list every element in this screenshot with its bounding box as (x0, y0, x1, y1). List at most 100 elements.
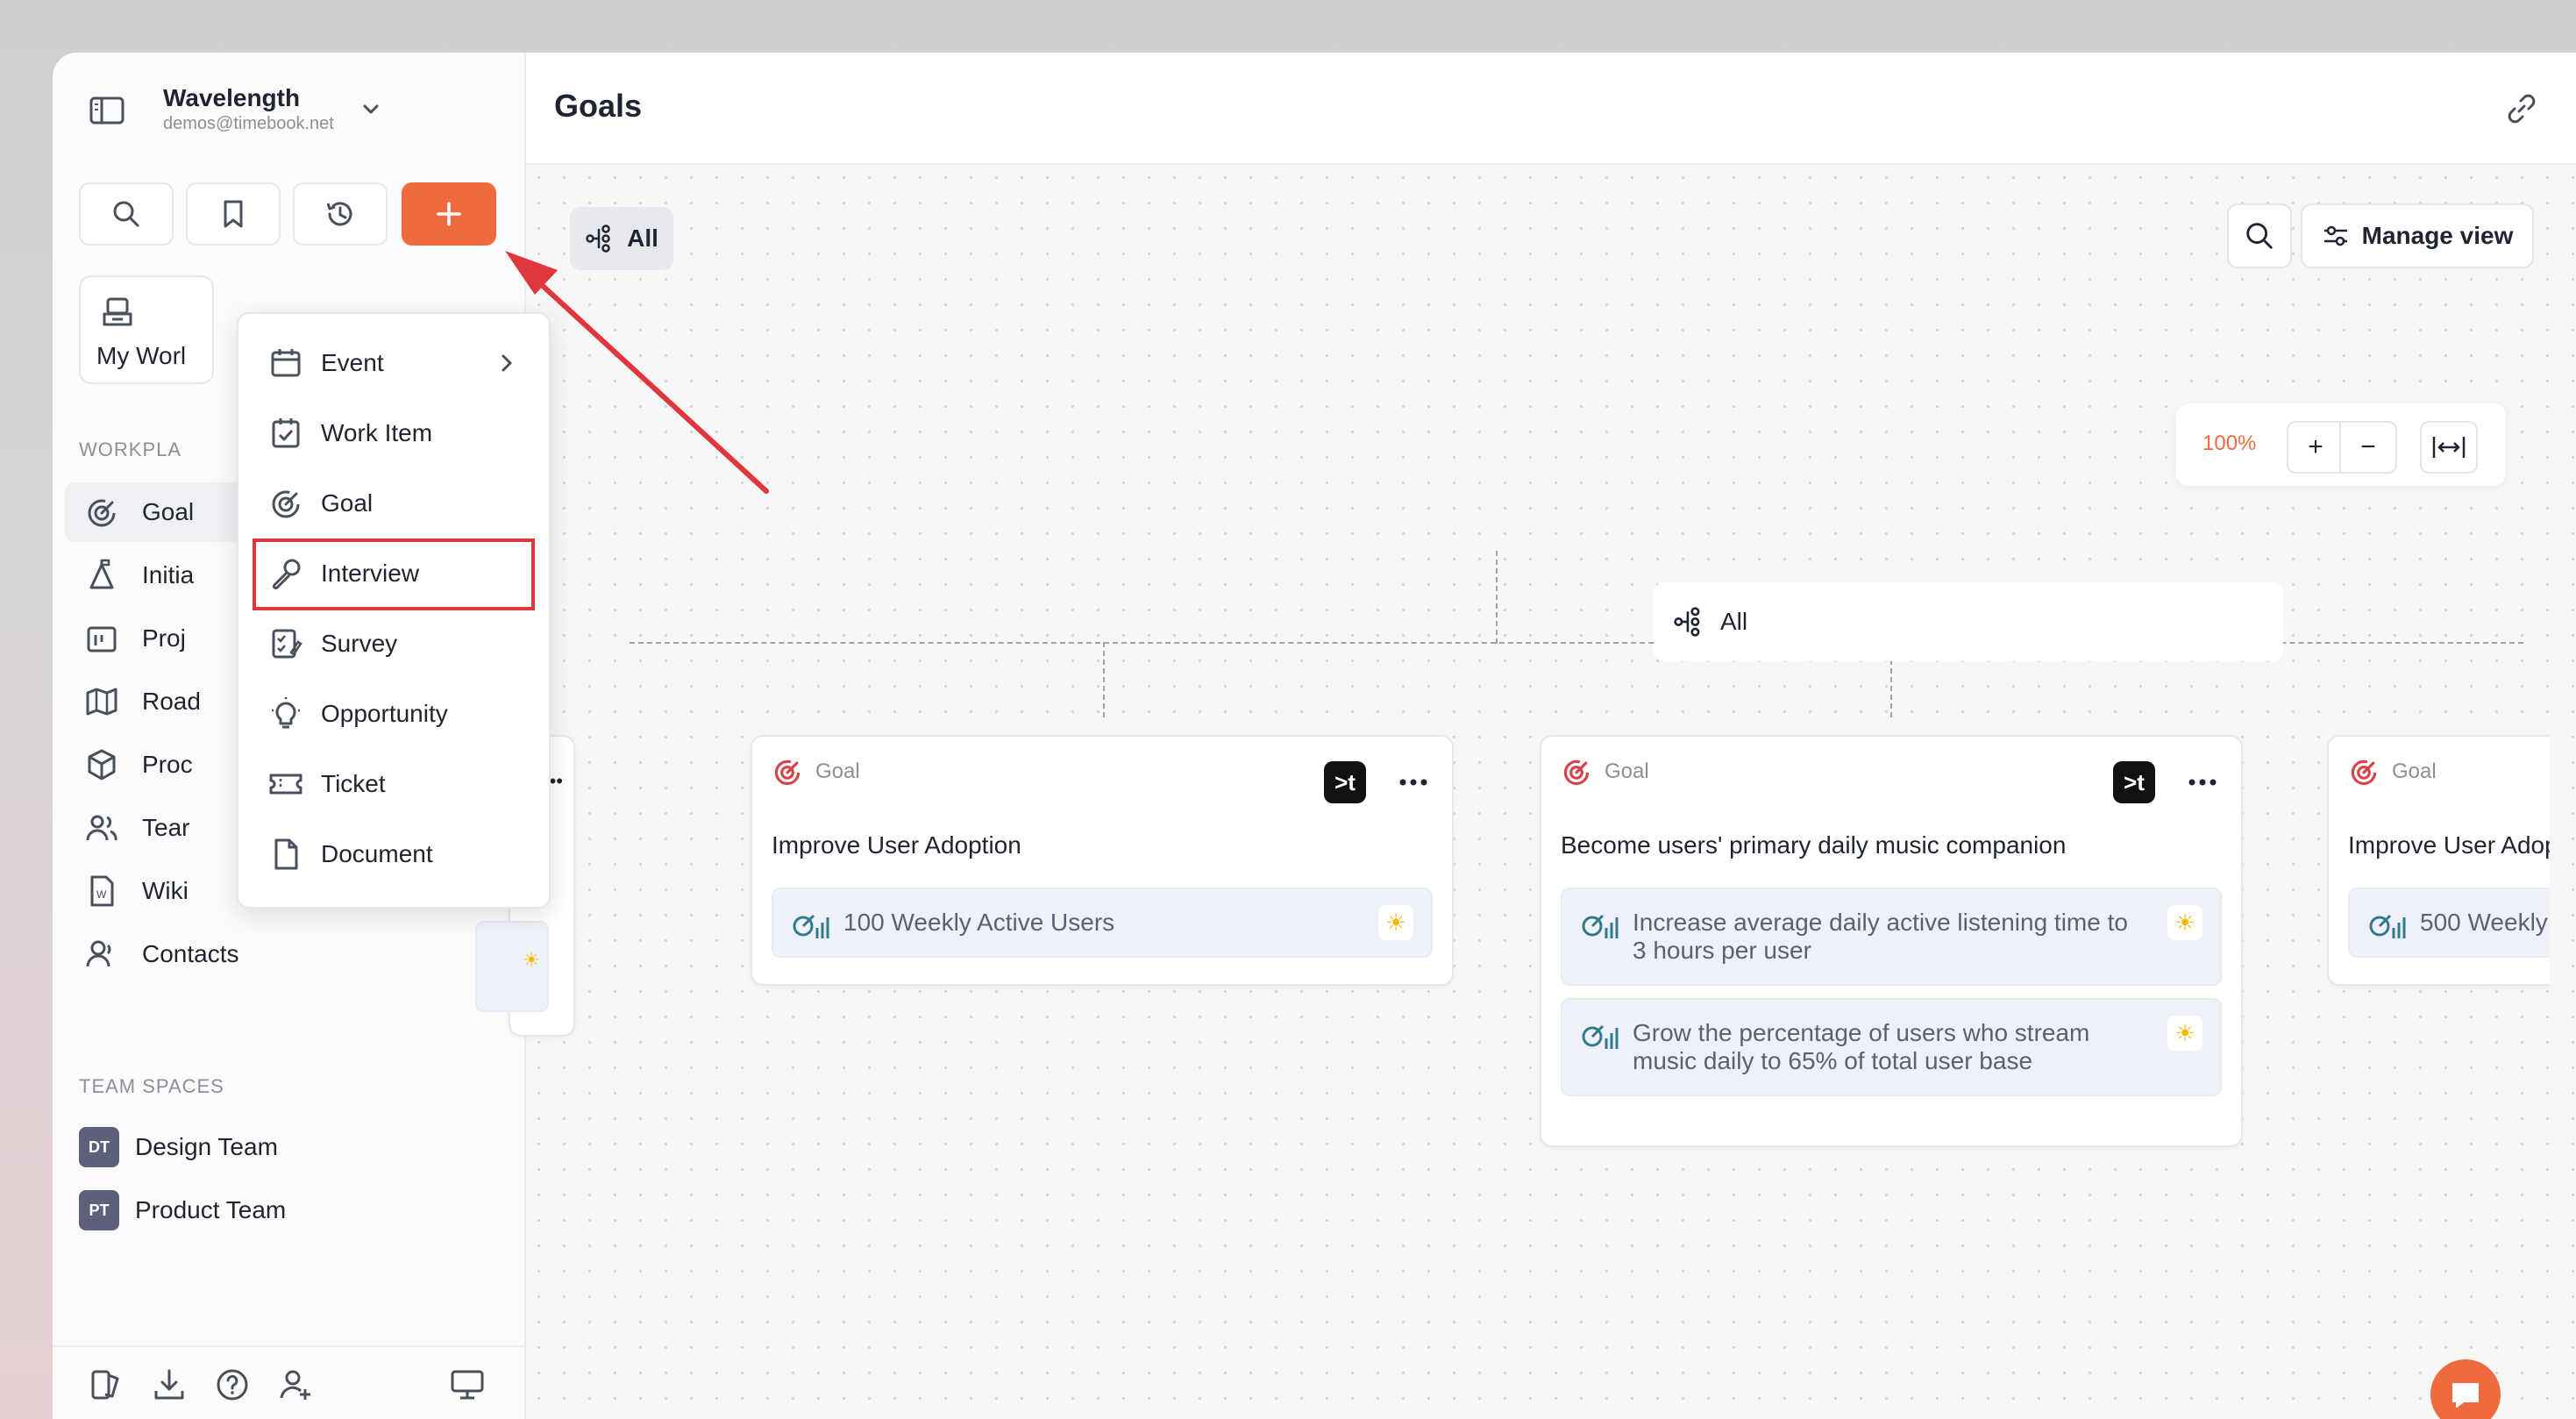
chat-button[interactable] (2430, 1359, 2501, 1419)
key-result[interactable]: 500 Weekly Ac (2348, 888, 2550, 958)
root-node-all[interactable]: All (1654, 582, 2283, 661)
filter-chip-label: All (627, 225, 658, 252)
card-type: Goal (772, 756, 860, 788)
key-result-text: Grow the percentage of users who stream … (1633, 1019, 2090, 1074)
link-icon[interactable] (2504, 91, 2539, 126)
card-title: Improve User Adopti (2348, 831, 2550, 859)
chat-icon (2452, 1383, 2479, 1408)
menu-item-ticket[interactable]: Ticket (254, 754, 533, 814)
card-type-label: Goal (815, 759, 860, 783)
sun-icon: ☀ (523, 949, 540, 971)
menu-item-event[interactable]: Event (254, 333, 533, 393)
key-result-text: 100 Weekly Active Users (843, 909, 1115, 936)
invite-user-icon[interactable] (277, 1366, 314, 1403)
key-result[interactable]: 100 Weekly Active Users ☀ (772, 888, 1433, 958)
key-result-text: Increase average daily active listening … (1633, 909, 2128, 964)
more-options-icon[interactable]: •• (550, 770, 563, 793)
goal-card[interactable]: Goal Improve User Adopti 500 Weekly Ac (2327, 735, 2550, 986)
goal-icon (1563, 759, 1590, 786)
sidebar-item-label: Goal (142, 498, 195, 525)
fit-view-button[interactable] (2420, 421, 2478, 474)
card-type-label: Goal (2392, 759, 2437, 783)
desktop-settings-icon[interactable] (449, 1366, 486, 1403)
sidebar-item-label: Product Team (135, 1196, 287, 1223)
sliders-icon (2323, 225, 2347, 246)
root-node-label: All (1720, 608, 1748, 635)
filter-chip-all[interactable]: All (570, 207, 673, 270)
key-result-icon (1582, 914, 1619, 938)
key-result-icon (793, 914, 829, 938)
goal-icon (2351, 759, 2377, 786)
more-options-icon[interactable] (1396, 774, 1431, 791)
my-work-label: My Worl (96, 342, 187, 369)
menu-item-work-item[interactable]: Work Item (254, 403, 533, 463)
team-badge: PT (79, 1190, 119, 1230)
menu-item-survey[interactable]: Survey (254, 614, 533, 674)
key-result[interactable]: Increase average daily active listening … (1561, 888, 2222, 986)
search-icon (113, 201, 139, 227)
key-result-text: 500 Weekly Ac (2420, 909, 2550, 936)
interview-highlight-box (253, 538, 535, 610)
fit-width-icon (2432, 437, 2466, 458)
help-icon[interactable] (214, 1366, 251, 1403)
menu-item-label: Ticket (321, 770, 386, 797)
bookmark-button[interactable] (186, 182, 281, 246)
goal-card[interactable]: Goal >t Improve User Adoption 100 Weekly… (751, 735, 1454, 986)
sidebar-item-label: Design Team (135, 1133, 278, 1160)
sidebar-toggle-icon[interactable] (88, 93, 126, 128)
calendar-icon (271, 349, 301, 377)
sun-icon: ☀ (2167, 1016, 2202, 1051)
menu-item-document[interactable]: Document (254, 824, 533, 884)
key-result-partial: ☀ (475, 921, 549, 1012)
chevron-right-icon (502, 354, 512, 372)
create-menu: Event Work Item Goal Interview Survey Op… (237, 312, 551, 909)
sidebar-footer (53, 1345, 524, 1419)
team-icon (86, 815, 117, 841)
sidebar-item-label: Wiki (142, 877, 189, 904)
project-icon (87, 626, 117, 652)
ticket-icon (269, 774, 302, 795)
key-result[interactable]: Grow the percentage of users who stream … (1561, 998, 2222, 1096)
owner-avatar[interactable]: >t (1324, 761, 1366, 803)
owner-avatar[interactable]: >t (2113, 761, 2155, 803)
goals-canvas[interactable]: All Manage view 100% + − All •• ☀ Goal >… (475, 165, 2576, 1419)
my-work-card[interactable]: My Worl (79, 275, 214, 384)
zoom-out-button[interactable]: − (2339, 421, 2397, 474)
add-button[interactable] (402, 182, 496, 246)
tree-connector (1103, 642, 1105, 717)
manage-view-button[interactable]: Manage view (2301, 203, 2534, 268)
search-icon (2246, 223, 2273, 249)
menu-item-label: Event (321, 349, 384, 376)
sun-icon: ☀ (2167, 905, 2202, 940)
goal-card[interactable]: Goal >t Become users' primary daily musi… (1540, 735, 2243, 1147)
menu-item-label: Survey (321, 630, 398, 657)
document-icon (274, 838, 298, 870)
goal-icon (88, 499, 116, 527)
search-button[interactable] (79, 182, 174, 246)
goal-icon (272, 490, 300, 518)
chevron-down-icon[interactable] (358, 96, 384, 123)
zoom-in-button[interactable]: + (2287, 421, 2345, 474)
sidebar-item-label: Initia (142, 561, 195, 588)
zoom-controls: 100% + − (2176, 403, 2506, 486)
key-result-icon (2369, 914, 2406, 938)
contacts-icon (86, 940, 111, 967)
team-spaces-section-label: TEAM SPACES (79, 1075, 224, 1097)
canvas-search-button[interactable] (2227, 203, 2292, 268)
menu-item-opportunity[interactable]: Opportunity (254, 684, 533, 744)
menu-item-goal[interactable]: Goal (254, 474, 533, 533)
page-title: Goals (554, 88, 643, 124)
templates-icon[interactable] (88, 1366, 125, 1403)
more-options-icon[interactable] (2185, 774, 2220, 791)
initiative-icon (89, 559, 114, 589)
goal-card-clip: Goal Improve User Adopti 500 Weekly Ac (2327, 735, 2550, 998)
workspace-name[interactable]: Wavelength (163, 84, 300, 112)
sidebar-item-product-team[interactable]: PT Product Team (65, 1180, 509, 1240)
workspace-email: demos@timebook.net (163, 114, 334, 133)
download-icon[interactable] (151, 1366, 188, 1403)
team-badge: DT (79, 1127, 119, 1167)
sidebar-item-design-team[interactable]: DT Design Team (65, 1117, 509, 1177)
menu-item-label: Goal (321, 489, 374, 517)
history-button[interactable] (293, 182, 388, 246)
sidebar-item-contacts[interactable]: Contacts (65, 924, 509, 984)
